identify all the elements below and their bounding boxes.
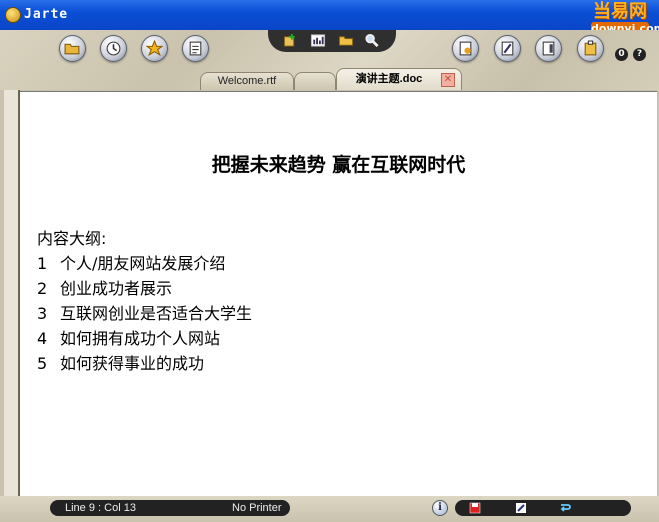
app-icon[interactable] (5, 7, 21, 23)
watermark-top-text: 当易网 (593, 1, 647, 22)
list-item: 4 如何拥有成功个人网站 (37, 325, 220, 349)
page-button[interactable] (452, 35, 479, 62)
chart-icon[interactable] (310, 33, 326, 48)
list-item: 5 如何获得事业的成功 (37, 350, 204, 374)
center-toolbar (268, 30, 396, 52)
edit-document-icon[interactable] (515, 502, 527, 514)
list-item-number: 3 (37, 304, 48, 323)
outline-heading: 内容大纲: (37, 229, 107, 248)
status-bar: Line 9 : Col 13 No Printer i (0, 496, 659, 522)
page-icon (459, 41, 472, 56)
book-button[interactable] (535, 35, 562, 62)
document-editor[interactable]: 把握未来趋势 赢在互联网时代 内容大纲: 1 个人/朋友网站发展介绍 2 创业成功者… (20, 91, 657, 496)
window-title: Jarte (24, 7, 69, 22)
tab-blank[interactable] (294, 72, 336, 90)
list-item-number: 5 (37, 354, 48, 373)
clipboard-button[interactable] (577, 35, 604, 62)
star-icon (146, 40, 163, 57)
list-item: 2 创业成功者展示 (37, 275, 172, 299)
list-item-text: 如何获得事业的成功 (60, 354, 205, 373)
edit-button[interactable] (494, 35, 521, 62)
status-actions-pill (455, 500, 631, 516)
zero-button[interactable]: 0 (615, 48, 628, 61)
favorites-button[interactable] (141, 35, 168, 62)
help-button[interactable]: ? (633, 48, 646, 61)
title-bar: Jarte 当易网 downyi.com (0, 0, 659, 35)
clipboard-icon (584, 40, 597, 56)
clock-icon (106, 41, 121, 56)
cursor-position: Line 9 : Col 13 (65, 502, 136, 514)
notepad-icon (189, 41, 202, 56)
tab-active-document[interactable]: 演讲主题.doc ✕ (336, 68, 462, 90)
list-item-text: 如何拥有成功个人网站 (60, 329, 221, 348)
search-icon[interactable] (364, 33, 380, 48)
list-item-text: 创业成功者展示 (60, 279, 173, 298)
close-tab-icon[interactable]: ✕ (441, 73, 455, 87)
folder-icon[interactable] (338, 33, 354, 48)
list-item-number: 2 (37, 279, 48, 298)
open-folder-icon (64, 43, 80, 55)
list-item: 1 个人/朋友网站发展介绍 (37, 250, 225, 274)
document-title: 把握未来趋势 赢在互联网时代 (211, 154, 466, 176)
status-info-pill: Line 9 : Col 13 No Printer (50, 500, 290, 516)
left-margin-ruler (4, 90, 20, 496)
tab-label: Welcome.rtf (217, 75, 277, 87)
printer-status[interactable]: No Printer (232, 500, 282, 516)
edit-icon (501, 41, 514, 56)
new-document-icon[interactable] (282, 33, 298, 48)
document-frame: 把握未来趋势 赢在互联网时代 内容大纲: 1 个人/朋友网站发展介绍 2 创业成功者… (0, 90, 659, 496)
tab-label: 演讲主题.doc (355, 73, 423, 85)
list-item-number: 4 (37, 329, 48, 348)
list-item-text: 互联网创业是否适合大学生 (60, 304, 253, 323)
info-icon[interactable]: i (432, 500, 448, 516)
open-folder-button[interactable] (59, 35, 86, 62)
word-wrap-icon[interactable] (559, 502, 571, 514)
list-item: 3 互联网创业是否适合大学生 (37, 300, 252, 324)
recent-button[interactable] (100, 35, 127, 62)
save-icon[interactable] (469, 502, 481, 514)
tab-welcome[interactable]: Welcome.rtf (200, 72, 294, 90)
book-icon (542, 41, 555, 56)
notes-button[interactable] (182, 35, 209, 62)
list-item-text: 个人/朋友网站发展介绍 (60, 254, 226, 273)
list-item-number: 1 (37, 254, 48, 273)
